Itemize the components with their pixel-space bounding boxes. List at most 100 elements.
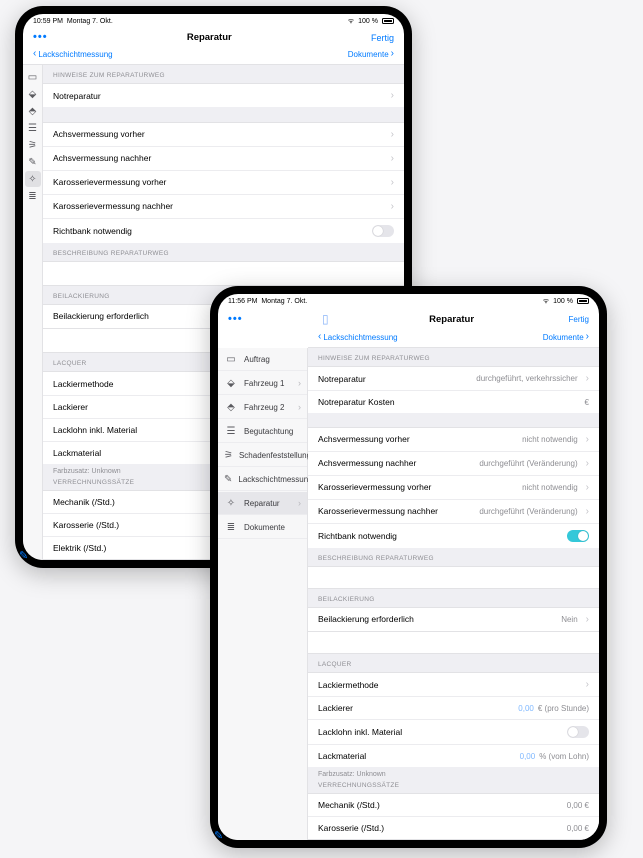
paint-icon: ✎ bbox=[224, 472, 232, 486]
row-lackmaterial[interactable]: Lackmaterial0,00% (vom Lohn) bbox=[308, 744, 599, 767]
status-time: 10:59 PM Montag 7. Okt. bbox=[33, 18, 113, 25]
textarea-beschreibung[interactable] bbox=[308, 566, 599, 589]
section-verrechnung: VERRECHNUNGSSÄTZE bbox=[308, 780, 599, 793]
title-bar: ••• Reparatur Fertig bbox=[23, 28, 404, 46]
doc-icon[interactable]: ≣ bbox=[25, 188, 41, 204]
row-richtbank[interactable]: Richtbank notwendig bbox=[43, 218, 404, 243]
row-richtbank[interactable]: Richtbank notwendig bbox=[308, 523, 599, 548]
sidebar-item-label: Fahrzeug 1 bbox=[244, 379, 284, 388]
row-achs-vorher[interactable]: Achsvermessung vorher› bbox=[43, 122, 404, 146]
back-button[interactable]: ‹Lackschichtmessung bbox=[33, 49, 113, 59]
row-mechanik[interactable]: Mechanik (/Std.)0,00 € bbox=[308, 793, 599, 816]
spacer bbox=[308, 413, 599, 427]
screen-2: 11:56 PM Montag 7. Okt. ᯤ 100 % ••• ▯ Re… bbox=[218, 294, 599, 840]
sidebar-item-fahrzeug-1[interactable]: ⬙Fahrzeug 1› bbox=[218, 372, 307, 395]
row-achs-vorher[interactable]: Achsvermessung vorhernicht notwendig› bbox=[308, 427, 599, 451]
status-bar: 10:59 PM Montag 7. Okt. ᯤ 100 % bbox=[23, 14, 404, 28]
wifi-icon: ᯤ bbox=[348, 17, 354, 26]
folder-icon[interactable]: ▭ bbox=[25, 69, 41, 85]
row-notreparatur[interactable]: Notreparaturdurchgeführt, verkehrssicher… bbox=[308, 366, 599, 390]
sidebar-item-reparatur[interactable]: ✧ Reparatur › bbox=[218, 492, 307, 515]
toggle-richtbank[interactable] bbox=[372, 225, 394, 237]
wrench-icon[interactable]: ✧ bbox=[25, 171, 41, 187]
row-notreparatur[interactable]: Notreparatur› bbox=[43, 83, 404, 107]
chevron-right-icon: › bbox=[391, 49, 394, 59]
sidebar-item-fahrzeug-2[interactable]: ⬘Fahrzeug 2› bbox=[218, 396, 307, 419]
sidebar-item-auftrag[interactable]: ▭Auftrag bbox=[218, 348, 307, 371]
doc-icon: ≣ bbox=[224, 520, 238, 534]
row-notreparatur-kosten[interactable]: Notreparatur Kosten€ bbox=[308, 390, 599, 413]
sidebar-item-label: Fahrzeug 2 bbox=[244, 403, 284, 412]
clipboard-icon[interactable]: ☰ bbox=[25, 120, 41, 136]
textarea-beschreibung[interactable] bbox=[43, 261, 404, 286]
row-achs-nachher[interactable]: Achsvermessung nachher› bbox=[43, 146, 404, 170]
sidebar-item-dokumente[interactable]: ≣ Dokumente bbox=[218, 516, 307, 539]
done-button[interactable]: Fertig bbox=[569, 315, 589, 324]
row-kaross-vorher[interactable]: Karosserievermessung vorhernicht notwend… bbox=[308, 475, 599, 499]
sidebar-item-label: Lackschichtmessung bbox=[238, 475, 312, 484]
row-karosserie[interactable]: Karosserie (/Std.)0,00 € bbox=[308, 816, 599, 840]
chevron-right-icon: › bbox=[586, 614, 589, 625]
chevron-right-icon: › bbox=[586, 458, 589, 469]
forward-button[interactable]: Dokumente› bbox=[543, 332, 589, 342]
sidebar-item-lackschichtmessung[interactable]: ✎Lackschichtmessung bbox=[218, 468, 307, 491]
toggle-lacklohn[interactable] bbox=[567, 726, 589, 738]
battery-icon bbox=[577, 298, 589, 304]
paint-icon[interactable]: ✎ bbox=[25, 154, 41, 170]
car2-icon[interactable]: ⬘ bbox=[25, 103, 41, 119]
row-lackiermethode[interactable]: Lackiermethode› bbox=[308, 672, 599, 696]
value-unit: € (pro Stunde) bbox=[538, 704, 589, 713]
status-right: ᯤ 100 % bbox=[348, 17, 394, 26]
sub-nav: ‹Lackschichtmessung Dokumente› bbox=[23, 46, 404, 65]
sidebar-item-label: Reparatur bbox=[244, 499, 280, 508]
spacer bbox=[43, 107, 404, 122]
value-text: nicht notwendig bbox=[522, 435, 578, 444]
row-lackierer[interactable]: Lackierer0,00€ (pro Stunde) bbox=[308, 696, 599, 719]
damage-icon: ⚞ bbox=[224, 448, 233, 462]
chevron-right-icon: › bbox=[298, 498, 301, 508]
row-achs-nachher[interactable]: Achsvermessung nachherdurchgeführt (Verä… bbox=[308, 451, 599, 475]
back-button[interactable]: ‹Lackschichtmessung bbox=[318, 332, 398, 342]
value-unit: % (vom Lohn) bbox=[539, 752, 589, 761]
title-bar: ••• ▯ Reparatur Fertig bbox=[218, 308, 599, 329]
sidebar-item-label: Schadenfeststellung bbox=[239, 451, 311, 460]
row-beilackierung-erf[interactable]: Beilackierung erforderlichNein› bbox=[308, 607, 599, 631]
car-icon[interactable]: ⬙ bbox=[25, 86, 41, 102]
damage-icon[interactable]: ⚞ bbox=[25, 137, 41, 153]
wrench-icon: ✧ bbox=[224, 496, 238, 510]
folder-icon: ▭ bbox=[224, 352, 238, 366]
row-kaross-vorher[interactable]: Karosserievermessung vorher› bbox=[43, 170, 404, 194]
row-kaross-nachher[interactable]: Karosserievermessung nachher› bbox=[43, 194, 404, 218]
chevron-left-icon: ‹ bbox=[33, 49, 36, 59]
row-lacklohn[interactable]: Lacklohn inkl. Material bbox=[308, 719, 599, 744]
battery-icon bbox=[382, 18, 394, 24]
sidebar-item-schadenfeststellung[interactable]: ⚞Schadenfeststellung› bbox=[218, 444, 307, 467]
menu-dots-button[interactable]: ••• bbox=[33, 32, 48, 43]
section-beschreibung: BESCHREIBUNG REPARATURWEG bbox=[43, 243, 404, 261]
sidebar-item-begutachtung[interactable]: ☰Begutachtung bbox=[218, 420, 307, 443]
row-kaross-nachher[interactable]: Karosserievermessung nachherdurchgeführt… bbox=[308, 499, 599, 523]
chevron-right-icon: › bbox=[391, 90, 394, 101]
edit-pen-button[interactable]: ✎ bbox=[23, 549, 28, 560]
value-text: durchgeführt (Veränderung) bbox=[479, 459, 577, 468]
done-button[interactable]: Fertig bbox=[371, 33, 394, 43]
chevron-right-icon: › bbox=[586, 434, 589, 445]
forward-label: Dokumente bbox=[543, 333, 584, 342]
sidebar-item-label: Dokumente bbox=[244, 523, 285, 532]
forward-button[interactable]: Dokumente› bbox=[348, 49, 394, 59]
value-text: durchgeführt, verkehrssicher bbox=[476, 374, 577, 383]
chevron-right-icon: › bbox=[586, 332, 589, 342]
sidebar-item-label: Begutachtung bbox=[244, 427, 293, 436]
wifi-icon: ᯤ bbox=[543, 297, 549, 306]
sidebar-narrow: ▭⬙⬘☰⚞✎✧≣ bbox=[23, 65, 43, 560]
chevron-right-icon: › bbox=[391, 201, 394, 212]
value-text: durchgeführt (Veränderung) bbox=[479, 507, 577, 516]
chevron-right-icon: › bbox=[298, 402, 301, 412]
edit-pen-button[interactable]: ✎ bbox=[218, 829, 223, 840]
toggle-richtbank[interactable] bbox=[567, 530, 589, 542]
chevron-right-icon: › bbox=[298, 378, 301, 388]
section-beschreibung: BESCHREIBUNG REPARATURWEG bbox=[308, 548, 599, 566]
textarea-beilackierung[interactable] bbox=[308, 631, 599, 654]
menu-dots-button[interactable]: ••• bbox=[224, 314, 314, 325]
chevron-right-icon: › bbox=[586, 679, 589, 690]
